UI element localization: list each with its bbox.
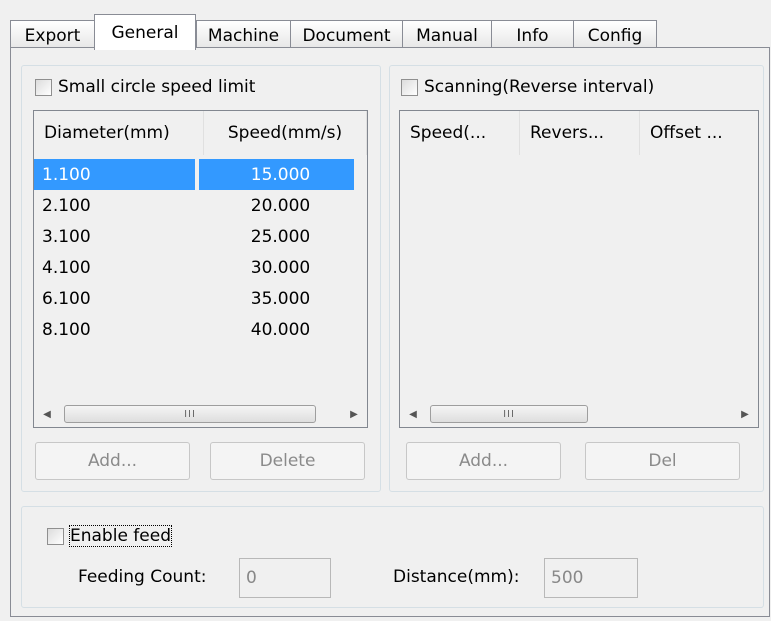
small-circle-checkbox-box[interactable] bbox=[35, 78, 52, 96]
small-circle-horizontal-scrollbar[interactable]: ◀ III ▶ bbox=[36, 403, 365, 425]
small-circle-checkbox-label: Small circle speed limit bbox=[58, 77, 256, 97]
feeding-count-input[interactable]: 0 bbox=[239, 558, 331, 598]
tab-manual-label: Manual bbox=[416, 25, 478, 46]
distance-input[interactable]: 500 bbox=[544, 558, 638, 598]
table-row[interactable]: 8.100 40.000 bbox=[34, 314, 367, 345]
small-circle-list[interactable]: Diameter(mm) Speed(mm/s) 1.100 15.000 2.… bbox=[33, 110, 368, 428]
scanning-add-button[interactable]: Add... bbox=[406, 442, 561, 480]
scanning-checkbox-label: Scanning(Reverse interval) bbox=[424, 77, 655, 97]
tab-manual[interactable]: Manual bbox=[402, 20, 492, 50]
enable-feed-checkbox[interactable]: Enable feed bbox=[47, 525, 173, 547]
tab-export-label: Export bbox=[24, 25, 81, 46]
column-header-reverse[interactable]: Revers... bbox=[520, 111, 640, 155]
column-speed-label: Speed(... bbox=[410, 123, 487, 143]
small-circle-add-button[interactable]: Add... bbox=[35, 442, 190, 480]
tab-config[interactable]: Config bbox=[573, 20, 657, 50]
scanning-list[interactable]: Speed(... Revers... Offset ... ◀ III ▶ bbox=[399, 110, 759, 428]
diameter-cell: 3.100 bbox=[42, 226, 91, 247]
scrollbar-track[interactable]: III bbox=[424, 403, 734, 425]
scroll-left-icon[interactable]: ◀ bbox=[402, 403, 424, 425]
tab-info[interactable]: Info bbox=[491, 20, 574, 50]
scanning-reverse-interval-checkbox[interactable]: Scanning(Reverse interval) bbox=[401, 77, 654, 97]
scanning-list-header: Speed(... Revers... Offset ... bbox=[400, 111, 758, 155]
table-row[interactable]: 2.100 20.000 bbox=[34, 190, 367, 221]
tab-machine-label: Machine bbox=[207, 25, 280, 46]
general-tab-page: Small circle speed limit Diameter(mm) Sp… bbox=[10, 47, 770, 617]
speed-cell: 40.000 bbox=[250, 319, 311, 340]
tab-document[interactable]: Document bbox=[290, 20, 403, 50]
scroll-right-icon[interactable]: ▶ bbox=[343, 403, 365, 425]
scrollbar-track[interactable]: III bbox=[58, 403, 343, 425]
column-header-diameter[interactable]: Diameter(mm) bbox=[34, 111, 204, 155]
speed-cell: 20.000 bbox=[250, 195, 311, 216]
tab-strip: Export General Machine Document Manual I… bbox=[10, 14, 770, 50]
diameter-cell: 1.100 bbox=[34, 159, 195, 190]
feed-group bbox=[21, 506, 764, 608]
feeding-count-label: Feeding Count: bbox=[78, 567, 207, 587]
tab-general[interactable]: General bbox=[94, 14, 196, 50]
diameter-cell: 8.100 bbox=[42, 319, 91, 340]
column-header-offset[interactable]: Offset ... bbox=[640, 111, 758, 155]
scrollbar-grip-icon: III bbox=[184, 408, 196, 420]
add-button-label: Add... bbox=[87, 451, 138, 471]
scroll-right-icon[interactable]: ▶ bbox=[734, 403, 756, 425]
diameter-cell: 4.100 bbox=[42, 257, 91, 278]
scanning-horizontal-scrollbar[interactable]: ◀ III ▶ bbox=[402, 403, 756, 425]
add-button-label: Add... bbox=[458, 451, 509, 471]
scanning-checkbox-box[interactable] bbox=[401, 78, 418, 96]
scrollbar-grip-icon: III bbox=[503, 408, 515, 420]
column-offset-label: Offset ... bbox=[650, 123, 723, 143]
column-header-speed[interactable]: Speed(mm/s) bbox=[204, 111, 367, 155]
small-circle-speed-limit-checkbox[interactable]: Small circle speed limit bbox=[35, 77, 255, 97]
tab-general-label: General bbox=[111, 22, 179, 43]
enable-feed-label: Enable feed bbox=[68, 525, 173, 547]
table-row[interactable]: 1.100 15.000 bbox=[34, 159, 367, 190]
del-button-label: Del bbox=[648, 451, 677, 471]
speed-cell: 30.000 bbox=[250, 257, 311, 278]
small-circle-list-body: 1.100 15.000 2.100 20.000 3.100 25.000 4… bbox=[34, 159, 367, 345]
speed-cell: 35.000 bbox=[250, 288, 311, 309]
small-circle-delete-button[interactable]: Delete bbox=[210, 442, 365, 480]
scroll-left-icon[interactable]: ◀ bbox=[36, 403, 58, 425]
tab-config-label: Config bbox=[587, 25, 643, 46]
scanning-del-button[interactable]: Del bbox=[585, 442, 740, 480]
tab-document-label: Document bbox=[302, 25, 391, 46]
scrollbar-thumb[interactable]: III bbox=[64, 405, 316, 423]
column-reverse-label: Revers... bbox=[530, 123, 605, 143]
small-circle-list-header: Diameter(mm) Speed(mm/s) bbox=[34, 111, 367, 155]
column-speed-label: Speed(mm/s) bbox=[227, 123, 343, 143]
tab-export[interactable]: Export bbox=[10, 20, 95, 50]
diameter-cell: 2.100 bbox=[42, 195, 91, 216]
tab-info-label: Info bbox=[516, 25, 549, 46]
enable-feed-checkbox-box[interactable] bbox=[47, 527, 64, 545]
distance-label: Distance(mm): bbox=[393, 567, 520, 587]
table-row[interactable]: 3.100 25.000 bbox=[34, 221, 367, 252]
diameter-cell: 6.100 bbox=[42, 288, 91, 309]
column-header-speed[interactable]: Speed(... bbox=[400, 111, 520, 155]
speed-cell: 25.000 bbox=[250, 226, 311, 247]
tab-machine[interactable]: Machine bbox=[196, 20, 291, 50]
column-diameter-label: Diameter(mm) bbox=[44, 123, 170, 143]
speed-cell: 15.000 bbox=[199, 159, 354, 190]
scrollbar-thumb[interactable]: III bbox=[430, 405, 588, 423]
table-row[interactable]: 4.100 30.000 bbox=[34, 252, 367, 283]
table-row[interactable]: 6.100 35.000 bbox=[34, 283, 367, 314]
delete-button-label: Delete bbox=[259, 451, 316, 471]
